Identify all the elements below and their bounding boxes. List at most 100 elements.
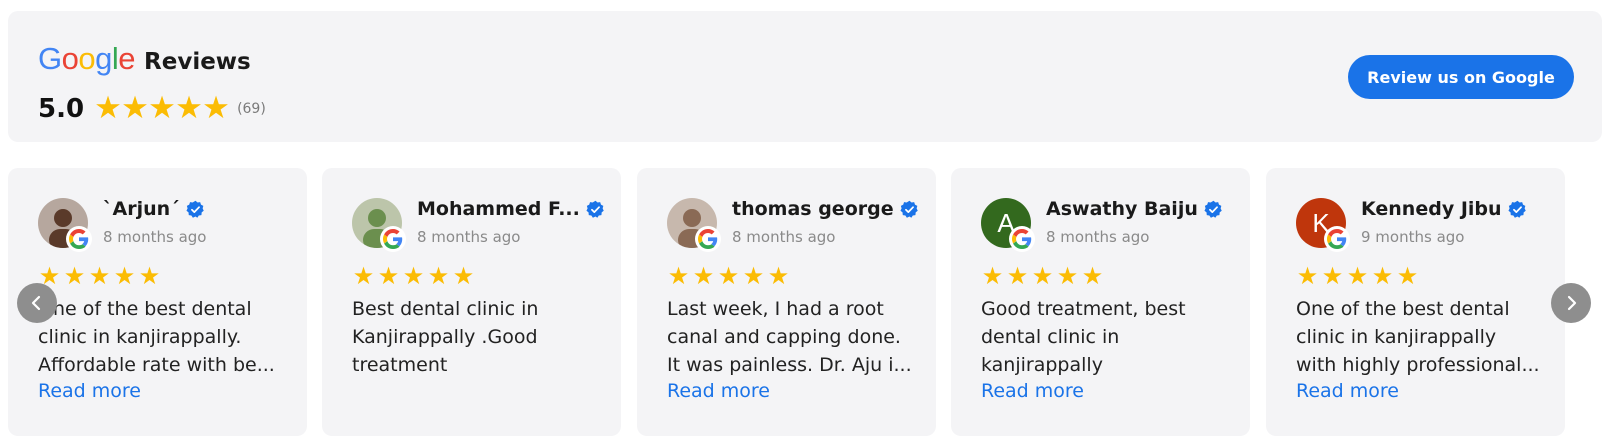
star-icon: ★ [452,262,475,290]
google-g-icon [1327,229,1347,249]
review-text-line: Good treatment, best [981,298,1186,320]
review-text-line: It was painless. Dr. Aju i... [667,354,912,376]
review-us-button[interactable]: Review us on Google [1348,55,1574,99]
review-text-line: clinic in kanjirappally [1296,326,1497,348]
review-text-line: treatment [352,354,448,376]
review-text-line: One of the best dental [1296,298,1510,320]
google-badge [380,226,406,252]
star-icon: ★ [148,90,176,126]
google-g-icon [698,229,718,249]
review-text-line: Best dental clinic in [352,298,539,320]
avatar [667,198,721,252]
review-text-line: clinic in kanjirappally. [38,326,242,348]
google-logo-letter: o [61,41,79,76]
star-icon: ★ [717,262,740,290]
reviews-header: Google Reviews 5.0 ★ ★ ★ ★ ★ (69) Review us … [8,11,1602,142]
star-icon: ★ [113,262,136,290]
avatar [38,198,92,252]
reviewer-name-row: `Arjun´ [103,198,205,220]
read-more-link[interactable]: Read more [38,380,141,402]
review-text-line: kanjirappally [981,354,1103,376]
reviews-title: Reviews [144,49,251,75]
reviewer-name[interactable]: Kennedy Jibu [1361,198,1502,220]
reviewer-name[interactable]: thomas george [732,198,894,220]
star-icon: ★ [981,262,1004,290]
google-badge [695,226,721,252]
star-icon: ★ [692,262,715,290]
review-date: 8 months ago [1046,228,1150,246]
review-text: One of the best dental clinic in kanjirap… [1296,295,1546,379]
review-date: 8 months ago [732,228,836,246]
verified-badge-icon [586,200,604,218]
star-icon: ★ [402,262,425,290]
star-icon: ★ [1081,262,1104,290]
star-icon: ★ [767,262,790,290]
star-icon: ★ [1006,262,1029,290]
review-text-line: canal and capping done. [667,326,901,348]
carousel-next-button[interactable] [1551,283,1591,323]
verified-badge-icon [900,200,918,218]
read-more-link[interactable]: Read more [1296,380,1399,402]
read-more-link[interactable]: Read more [667,380,770,402]
star-icon: ★ [138,262,161,290]
avatar: A [981,198,1035,252]
review-date: 9 months ago [1361,228,1465,246]
star-icon: ★ [1346,262,1369,290]
review-text: Good treatment, best dental clinic in kanj… [981,295,1231,379]
review-card: Mohammed F... 8 months ago ★ ★ ★ ★ ★ Best de… [322,168,621,436]
google-badge [1009,226,1035,252]
reviewer-name[interactable]: Aswathy Baiju [1046,198,1198,220]
star-icon: ★ [121,90,149,126]
review-stars: ★ ★ ★ ★ ★ [37,264,162,288]
star-icon: ★ [88,262,111,290]
review-card: A Aswathy Baiju 8 months ago ★ ★ ★ ★ ★ Good … [951,168,1250,436]
carousel-prev-button[interactable] [17,283,57,323]
reviewer-name-row: Kennedy Jibu [1361,198,1527,220]
google-logo: Google [38,41,136,77]
star-icon: ★ [427,262,450,290]
review-date: 8 months ago [417,228,521,246]
verified-badge-icon [1204,200,1222,218]
google-g-icon [383,229,403,249]
star-icon: ★ [1296,262,1319,290]
review-text-line: One of the best dental [38,298,252,320]
star-icon: ★ [667,262,690,290]
review-text: Last week, I had a root canal and capping… [667,295,917,379]
reviewer-name[interactable]: `Arjun´ [103,198,180,220]
star-icon: ★ [94,90,122,126]
star-icon: ★ [1031,262,1054,290]
review-date: 8 months ago [103,228,207,246]
reviewer-name-row: thomas george [732,198,919,220]
chevron-right-icon [1567,295,1577,311]
google-badge [1324,226,1350,252]
review-text-line: Affordable rate with be... [38,354,275,376]
rating-summary: 5.0 ★ ★ ★ ★ ★ (69) [38,93,266,124]
reviewer-name[interactable]: Mohammed F... [417,198,580,220]
rating-stars: ★ ★ ★ ★ ★ [94,90,230,126]
google-g-icon [1012,229,1032,249]
review-text-line: with highly professional... [1296,354,1540,376]
reviewer-name-row: Aswathy Baiju [1046,198,1223,220]
verified-badge-icon [1508,200,1526,218]
review-card: thomas george 8 months ago ★ ★ ★ ★ ★ Last we… [637,168,936,436]
review-stars: ★ ★ ★ ★ ★ [351,264,476,288]
review-text: One of the best dental clinic in kanjirap… [38,295,288,379]
google-badge [66,226,92,252]
review-text-line: dental clinic in [981,326,1120,348]
google-logo-letter: g [95,41,112,76]
review-stars: ★ ★ ★ ★ ★ [1295,264,1420,288]
star-icon: ★ [63,262,86,290]
review-text-line: Kanjirappally .Good [352,326,538,348]
review-stars: ★ ★ ★ ★ ★ [980,264,1105,288]
google-logo-letter: o [78,41,96,76]
rating-value: 5.0 [38,93,85,124]
google-logo-letter: G [38,41,62,76]
avatar: K [1296,198,1350,252]
review-text-line: Last week, I had a root [667,298,884,320]
star-icon: ★ [352,262,375,290]
review-text: Best dental clinic in Kanjirappally .Good… [352,295,602,379]
star-icon: ★ [742,262,765,290]
read-more-link[interactable]: Read more [981,380,1084,402]
star-icon: ★ [1056,262,1079,290]
star-icon: ★ [202,90,230,126]
